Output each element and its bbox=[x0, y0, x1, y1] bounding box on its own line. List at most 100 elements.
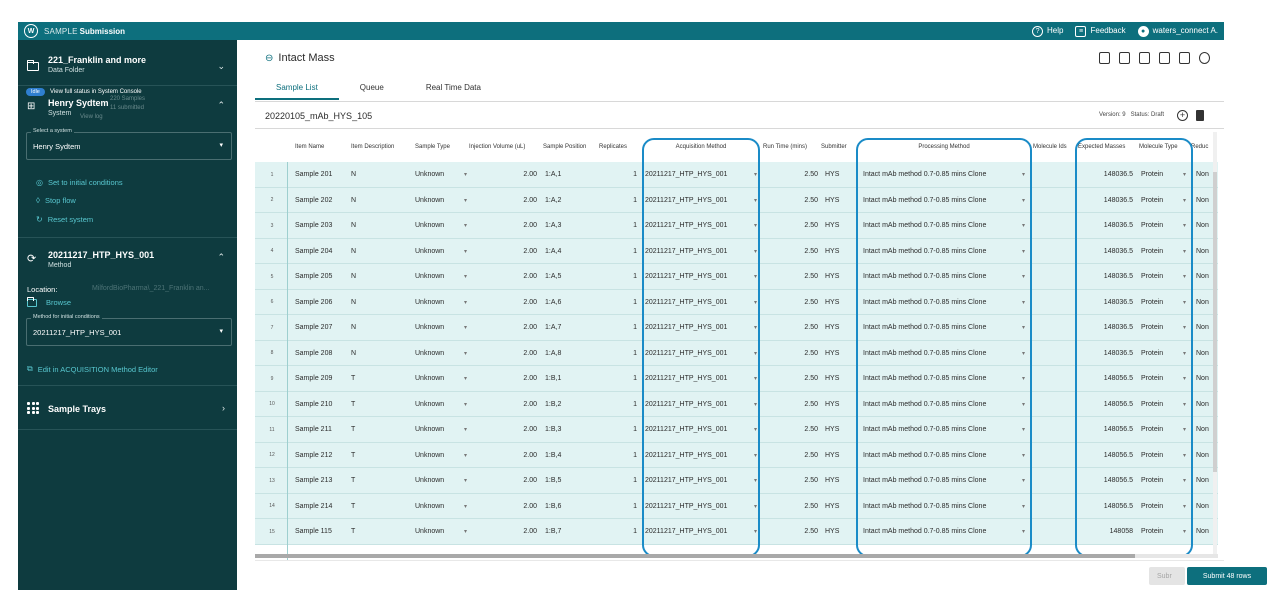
set-initial-conditions-link[interactable]: ◎ Set to initial conditions bbox=[36, 178, 123, 187]
table-cell-desc[interactable]: T bbox=[351, 366, 411, 392]
table-cell-rep[interactable]: 1 bbox=[597, 417, 637, 443]
history-icon[interactable] bbox=[1199, 52, 1210, 64]
user-menu[interactable]: ● waters_connect A. bbox=[1137, 25, 1218, 37]
table-cell-desc[interactable]: T bbox=[351, 392, 411, 418]
table-cell-sub[interactable]: HYS bbox=[825, 162, 857, 188]
table-cell-pos[interactable]: 1:A,1 bbox=[545, 162, 597, 188]
table-cell-sub[interactable]: HYS bbox=[825, 519, 857, 545]
help-link[interactable]: ? Help bbox=[1032, 25, 1063, 37]
table-cell-vol[interactable]: 2.00 bbox=[467, 213, 537, 239]
table-cell-sub[interactable]: HYS bbox=[825, 315, 857, 341]
table-cell-desc[interactable]: N bbox=[351, 290, 411, 316]
chevron-up-icon[interactable]: ⌃ bbox=[217, 252, 225, 263]
table-cell-name[interactable]: Sample 214 bbox=[295, 494, 351, 520]
table-cell-rep[interactable]: 1 bbox=[597, 213, 637, 239]
caret-down-icon[interactable]: ▾ bbox=[460, 426, 467, 433]
table-cell-name[interactable]: Sample 207 bbox=[295, 315, 351, 341]
trash-icon[interactable] bbox=[1196, 110, 1204, 121]
table-cell-rep[interactable]: 1 bbox=[597, 315, 637, 341]
table-cell-pos[interactable]: 1:B,3 bbox=[545, 417, 597, 443]
caret-down-icon[interactable]: ▾ bbox=[460, 350, 467, 357]
table-cell-name[interactable]: Sample 209 bbox=[295, 366, 351, 392]
table-cell-rt[interactable]: 2.50 bbox=[760, 341, 818, 367]
table-cell-desc[interactable]: N bbox=[351, 188, 411, 214]
table-cell-desc[interactable]: N bbox=[351, 341, 411, 367]
table-cell-type[interactable]: Unknown ▾ bbox=[415, 264, 467, 290]
table-cell-type[interactable]: Unknown ▾ bbox=[415, 315, 467, 341]
table-cell-desc[interactable]: T bbox=[351, 417, 411, 443]
table-cell-sub[interactable]: HYS bbox=[825, 290, 857, 316]
table-cell-type[interactable]: Unknown ▾ bbox=[415, 213, 467, 239]
table-cell-type[interactable]: Unknown ▾ bbox=[415, 443, 467, 469]
table-cell-type[interactable]: Unknown ▾ bbox=[415, 468, 467, 494]
table-cell-pos[interactable]: 1:B,7 bbox=[545, 519, 597, 545]
table-cell-name[interactable]: Sample 202 bbox=[295, 188, 351, 214]
table-cell-rt[interactable]: 2.50 bbox=[760, 162, 818, 188]
table-cell-vol[interactable]: 2.00 bbox=[467, 494, 537, 520]
table-cell-pos[interactable]: 1:A,5 bbox=[545, 264, 597, 290]
edit-method-link[interactable]: ⧉ Edit in ACQUISITION Method Editor bbox=[27, 364, 158, 374]
table-cell-rep[interactable]: 1 bbox=[597, 443, 637, 469]
column-header[interactable]: Item Description bbox=[351, 132, 394, 162]
table-cell-name[interactable]: Sample 210 bbox=[295, 392, 351, 418]
open-folder-icon[interactable] bbox=[1139, 52, 1150, 64]
table-cell-name[interactable]: Sample 115 bbox=[295, 519, 351, 545]
table-cell-vol[interactable]: 2.00 bbox=[467, 392, 537, 418]
caret-down-icon[interactable]: ▾ bbox=[460, 299, 467, 306]
table-cell-pos[interactable]: 1:B,5 bbox=[545, 468, 597, 494]
column-header[interactable]: Replicates bbox=[599, 132, 627, 162]
table-cell-sub[interactable]: HYS bbox=[825, 341, 857, 367]
horizontal-scrollbar[interactable] bbox=[255, 554, 1218, 558]
save-as-icon[interactable] bbox=[1179, 52, 1190, 64]
table-cell-rt[interactable]: 2.50 bbox=[760, 188, 818, 214]
chevron-right-icon[interactable]: › bbox=[222, 403, 225, 413]
table-cell-name[interactable]: Sample 212 bbox=[295, 443, 351, 469]
caret-down-icon[interactable]: ▾ bbox=[460, 171, 467, 178]
table-cell-pos[interactable]: 1:B,2 bbox=[545, 392, 597, 418]
table-cell-rt[interactable]: 2.50 bbox=[760, 468, 818, 494]
table-cell-vol[interactable]: 2.00 bbox=[467, 315, 537, 341]
system-select[interactable]: Select a system Henry Sydtem ▾ bbox=[26, 128, 232, 160]
table-cell-rep[interactable]: 1 bbox=[597, 392, 637, 418]
table-cell-sub[interactable]: HYS bbox=[825, 264, 857, 290]
table-cell-desc[interactable]: N bbox=[351, 213, 411, 239]
tab-real-time-data[interactable]: Real Time Data bbox=[405, 80, 502, 100]
save-icon[interactable] bbox=[1159, 52, 1170, 64]
submit-rows-button[interactable]: Submit 48 rows bbox=[1187, 567, 1267, 585]
table-cell-name[interactable]: Sample 201 bbox=[295, 162, 351, 188]
table-cell-desc[interactable]: T bbox=[351, 494, 411, 520]
new-document-icon[interactable] bbox=[1119, 52, 1130, 64]
table-cell-rt[interactable]: 2.50 bbox=[760, 417, 818, 443]
table-cell-type[interactable]: Unknown ▾ bbox=[415, 417, 467, 443]
table-cell-sub[interactable]: HYS bbox=[825, 443, 857, 469]
table-cell-vol[interactable]: 2.00 bbox=[467, 417, 537, 443]
table-cell-vol[interactable]: 2.00 bbox=[467, 366, 537, 392]
caret-down-icon[interactable]: ▾ bbox=[460, 477, 467, 484]
table-cell-rep[interactable]: 1 bbox=[597, 188, 637, 214]
table-cell-rt[interactable]: 2.50 bbox=[760, 443, 818, 469]
table-cell-pos[interactable]: 1:A,8 bbox=[545, 341, 597, 367]
caret-down-icon[interactable]: ▾ bbox=[460, 503, 467, 510]
table-cell-sub[interactable]: HYS bbox=[825, 239, 857, 265]
browse-link[interactable]: Browse bbox=[26, 296, 71, 307]
chevron-up-icon[interactable]: ⌃ bbox=[217, 100, 225, 111]
caret-down-icon[interactable]: ▾ bbox=[460, 273, 467, 280]
table-cell-rep[interactable]: 1 bbox=[597, 264, 637, 290]
caret-down-icon[interactable]: ▾ bbox=[460, 375, 467, 382]
table-cell-name[interactable]: Sample 206 bbox=[295, 290, 351, 316]
table-cell-pos[interactable]: 1:B,4 bbox=[545, 443, 597, 469]
table-cell-vol[interactable]: 2.00 bbox=[467, 519, 537, 545]
table-cell-desc[interactable]: N bbox=[351, 315, 411, 341]
table-cell-rt[interactable]: 2.50 bbox=[760, 392, 818, 418]
table-cell-name[interactable]: Sample 211 bbox=[295, 417, 351, 443]
table-cell-rep[interactable]: 1 bbox=[597, 341, 637, 367]
table-cell-rt[interactable]: 2.50 bbox=[760, 290, 818, 316]
table-cell-desc[interactable]: T bbox=[351, 468, 411, 494]
table-cell-vol[interactable]: 2.00 bbox=[467, 162, 537, 188]
column-header[interactable]: Injection Volume (uL) bbox=[469, 132, 525, 162]
table-cell-desc[interactable]: N bbox=[351, 239, 411, 265]
column-header[interactable]: Submitter bbox=[821, 132, 847, 162]
sample-trays-section[interactable]: Sample Trays › bbox=[18, 386, 237, 430]
caret-down-icon[interactable]: ▾ bbox=[460, 197, 467, 204]
caret-down-icon[interactable]: ▾ bbox=[460, 222, 467, 229]
